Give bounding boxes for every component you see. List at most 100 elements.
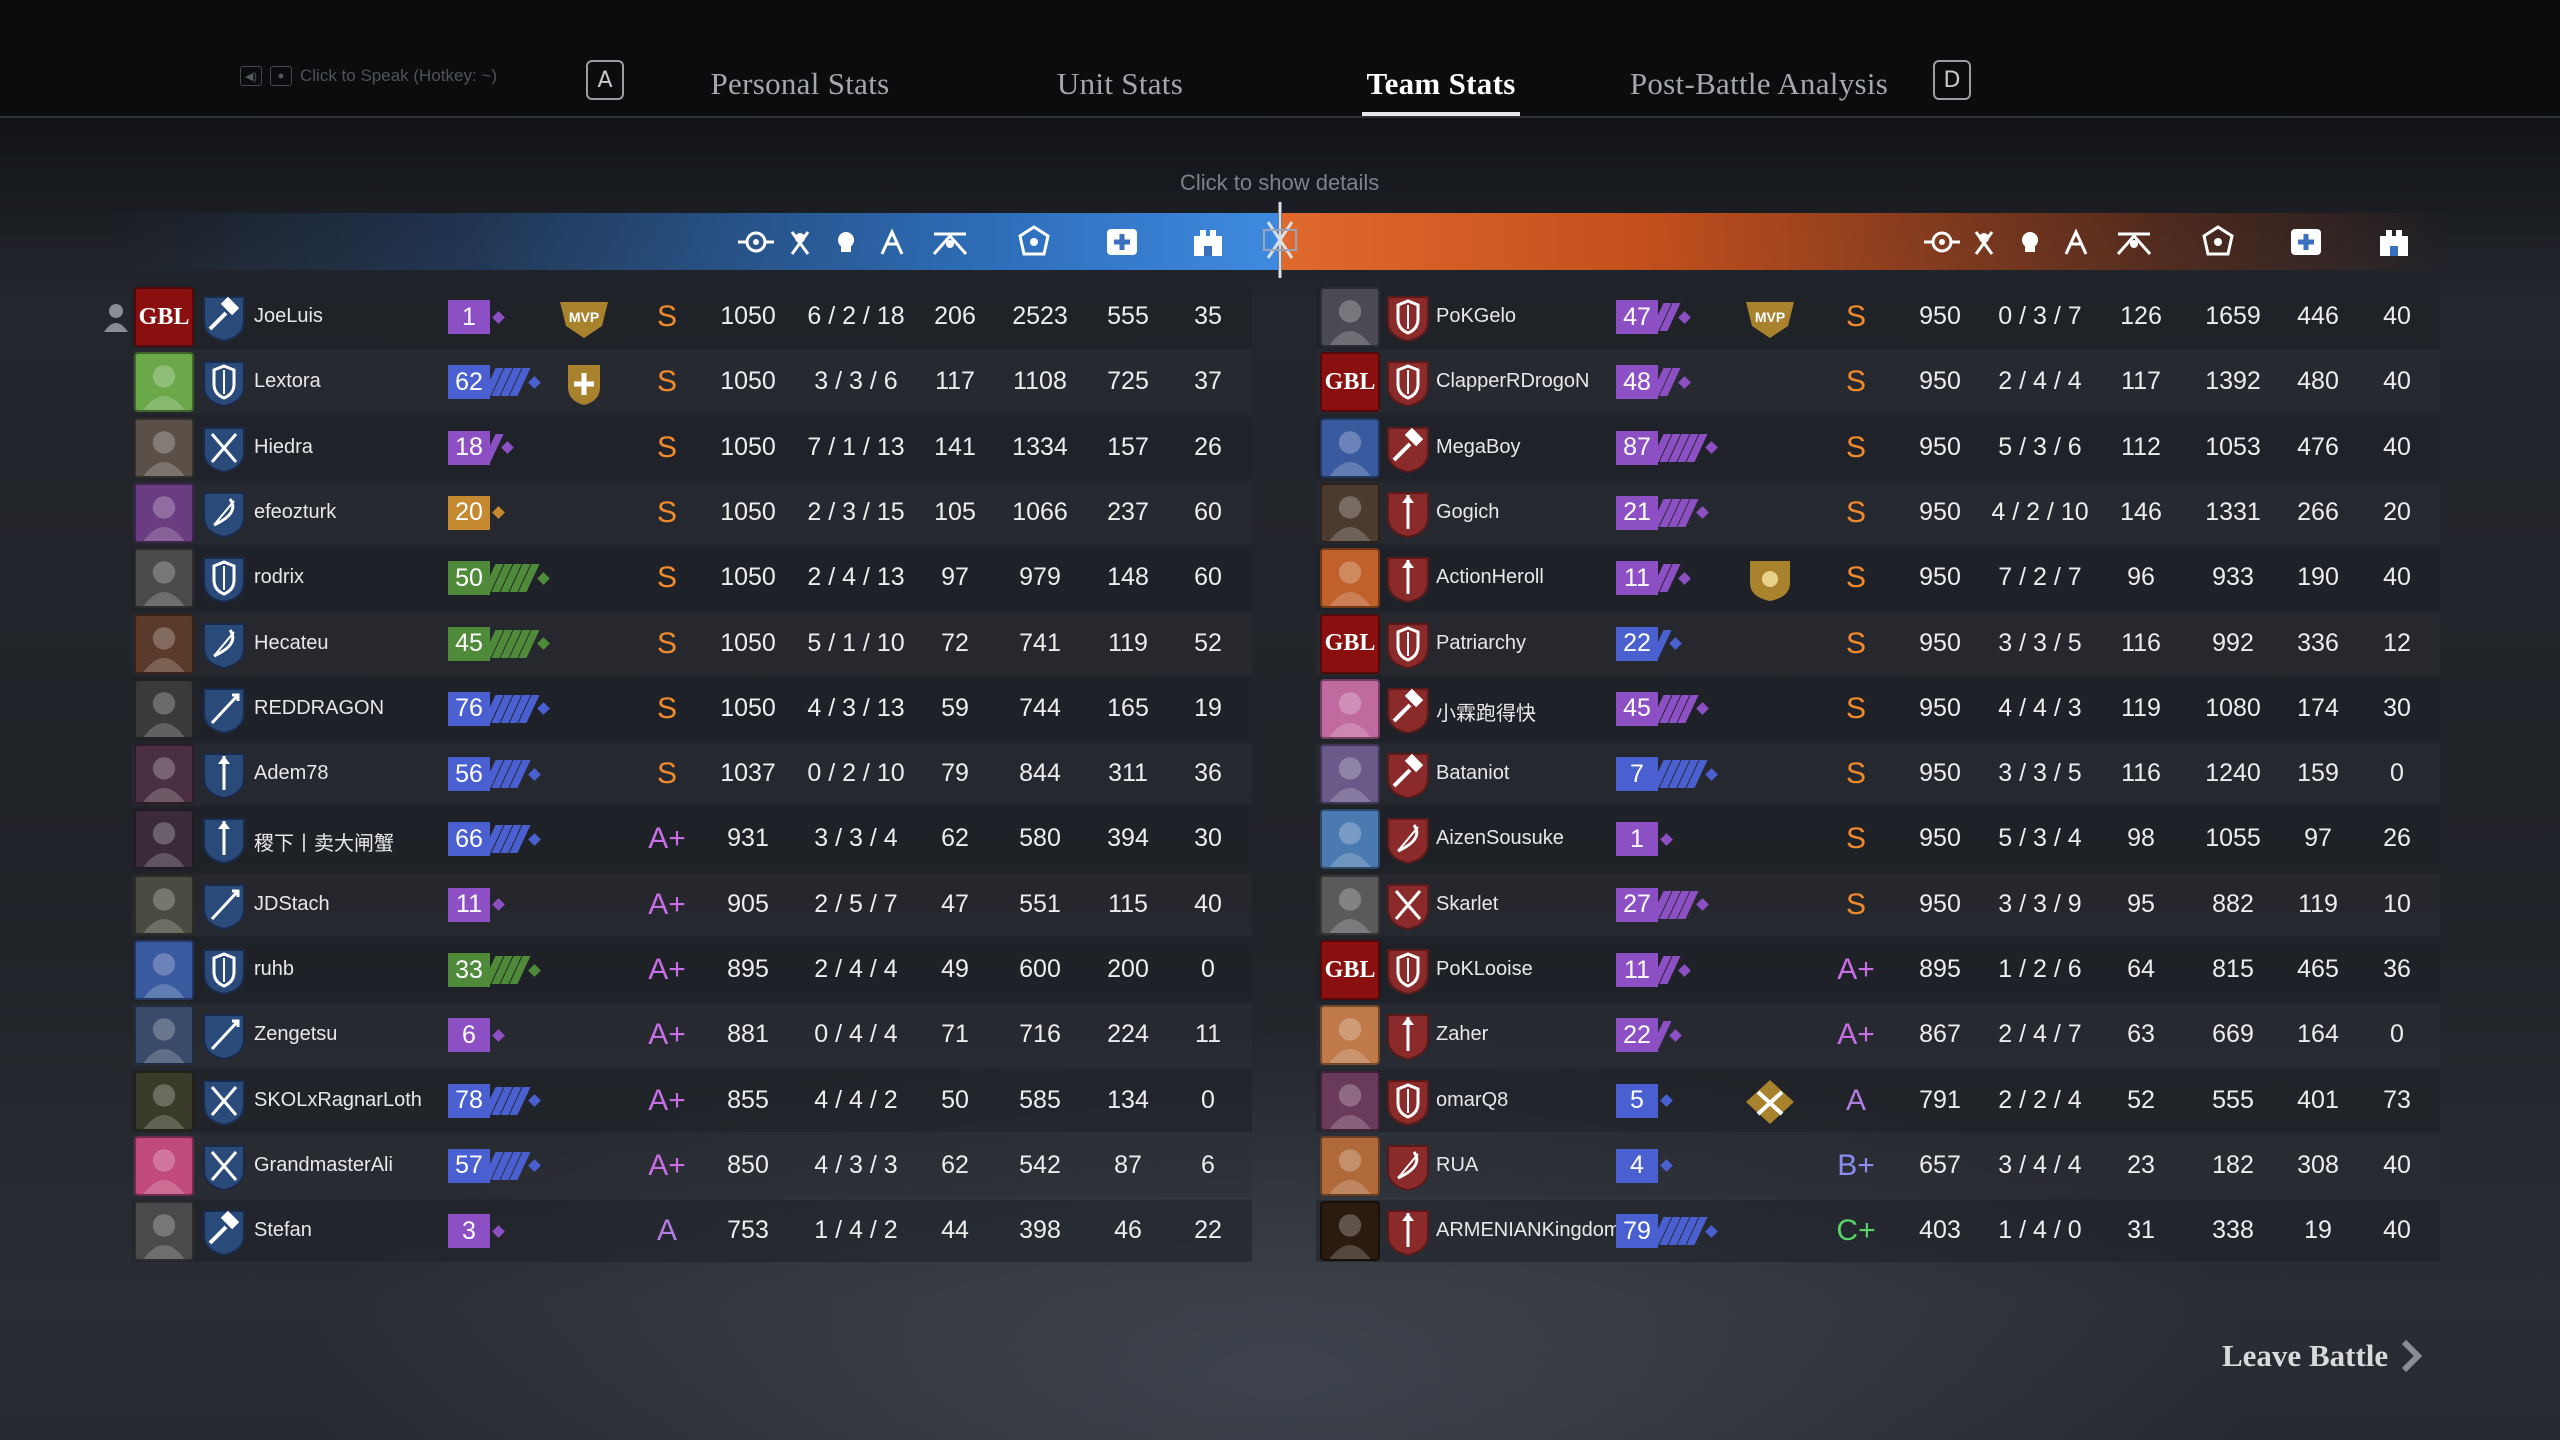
rank-chevrons-icon xyxy=(482,953,541,987)
siege-value: 60 xyxy=(1194,497,1222,526)
damage-value: 933 xyxy=(2212,563,2254,592)
svg-text:MVP: MVP xyxy=(569,309,599,325)
player-name: ARMENIANKingdom xyxy=(1436,1219,1621,1242)
voice-chat-control[interactable]: ◀) ● Click to Speak (Hotkey: ~) xyxy=(240,66,497,86)
siege-value: 0 xyxy=(2390,759,2404,788)
damage-value: 815 xyxy=(2212,955,2254,983)
level-number: 20 xyxy=(448,495,490,530)
avatar xyxy=(134,744,194,805)
siege-value: 40 xyxy=(2383,1150,2411,1179)
right-header-kills-icon xyxy=(2112,222,2156,262)
speaker-icon: ◀) xyxy=(240,66,262,86)
score-value: 905 xyxy=(727,889,769,918)
shield-class-icon xyxy=(1384,944,1432,996)
damage-value: 1055 xyxy=(2205,824,2261,853)
siege-value: 73 xyxy=(2383,1085,2411,1114)
damage-value: 1331 xyxy=(2205,497,2261,526)
healing-value: 19 xyxy=(2304,1216,2332,1245)
leave-battle-label: Leave Battle xyxy=(2222,1338,2389,1373)
kills-value: 44 xyxy=(941,1216,969,1245)
siege-value: 60 xyxy=(1194,563,1222,592)
rank-chevrons-icon xyxy=(1650,1214,1718,1248)
avatar xyxy=(134,678,194,739)
grade: S xyxy=(656,626,677,660)
kills-value: 31 xyxy=(2127,1216,2155,1245)
hammer-class-icon xyxy=(1384,748,1432,800)
key-a-hint[interactable]: A xyxy=(586,60,624,100)
tab-unit-stats[interactable]: Unit Stats xyxy=(1025,66,1215,102)
show-details-hint[interactable]: Click to show details xyxy=(1180,170,1379,196)
spear-class-icon xyxy=(1384,487,1432,539)
healing-value: 266 xyxy=(2297,497,2339,526)
score-value: 950 xyxy=(1919,563,1961,592)
leave-battle-button[interactable]: Leave Battle xyxy=(2222,1338,2424,1374)
damage-value: 741 xyxy=(1019,628,1061,657)
score-value: 950 xyxy=(1919,367,1961,396)
avatar xyxy=(134,940,194,1000)
kills-value: 49 xyxy=(941,955,969,983)
kda-value: 4 / 3 / 13 xyxy=(807,693,905,722)
level-indicator: 6 xyxy=(448,1018,505,1053)
rank-chevrons-icon xyxy=(1650,627,1682,661)
grade: B+ xyxy=(1837,1148,1875,1182)
key-d-hint[interactable]: D xyxy=(1933,60,1971,100)
bow-class-icon xyxy=(1384,1140,1432,1192)
grade: A+ xyxy=(648,1018,686,1052)
tab-post-battle-analysis[interactable]: Post-Battle Analysis xyxy=(1624,66,1894,102)
player-name: rodrix xyxy=(254,566,305,589)
level-indicator: 1 xyxy=(1616,822,1673,857)
grade: S xyxy=(1845,626,1866,660)
damage-value: 744 xyxy=(1019,693,1061,722)
level-indicator: 1 xyxy=(448,300,505,334)
right-header-healing-icon xyxy=(2284,222,2328,262)
hammer-class-icon xyxy=(200,291,248,343)
player-name: efeozturk xyxy=(254,500,337,523)
tab-personal-stats[interactable]: Personal Stats xyxy=(700,66,900,102)
shield-badge-icon xyxy=(1740,553,1800,603)
kda-value: 1 / 2 / 6 xyxy=(1998,955,2082,983)
avatar xyxy=(1320,1201,1380,1262)
shield-class-icon xyxy=(200,552,248,604)
kda-value: 7 / 1 / 13 xyxy=(807,432,905,461)
avatar xyxy=(1320,287,1380,347)
grade: A xyxy=(656,1214,677,1248)
avatar xyxy=(134,1201,194,1262)
healing-value: 237 xyxy=(1107,497,1149,526)
level-number: 3 xyxy=(448,1214,490,1249)
kda-value: 1 / 4 / 2 xyxy=(814,1216,898,1245)
kills-value: 72 xyxy=(941,628,969,657)
avatar xyxy=(134,352,194,413)
kills-value: 126 xyxy=(2120,302,2162,330)
rank-chevrons-icon xyxy=(1650,953,1691,987)
rank-chevrons-icon xyxy=(490,1018,505,1052)
healing-value: 119 xyxy=(1108,628,1148,657)
kills-value: 117 xyxy=(2121,367,2161,396)
player-name: omarQ8 xyxy=(1436,1088,1509,1111)
shield-class-icon xyxy=(1384,356,1432,408)
grade: S xyxy=(1845,430,1866,464)
tab-team-stats[interactable]: Team Stats xyxy=(1362,66,1520,116)
top-nav-bar: ◀) ● Click to Speak (Hotkey: ~) A Person… xyxy=(0,0,2560,118)
level-indicator: 5 xyxy=(1616,1083,1673,1118)
siege-value: 26 xyxy=(2383,824,2411,853)
right-header-kda-icon xyxy=(1970,222,2090,262)
avatar xyxy=(134,1135,194,1196)
siege-value: 52 xyxy=(1194,628,1222,657)
kda-value: 2 / 4 / 13 xyxy=(807,563,905,592)
grade: A+ xyxy=(648,822,686,856)
level-indicator: 18 xyxy=(448,430,514,465)
bow-class-icon xyxy=(200,487,248,539)
siege-value: 35 xyxy=(1194,302,1222,330)
avatar xyxy=(1320,809,1380,870)
siege-value: 26 xyxy=(1194,432,1222,461)
swords-class-icon xyxy=(200,422,248,474)
spear-class-icon xyxy=(1384,552,1432,604)
grade: S xyxy=(1845,887,1866,921)
kda-value: 5 / 3 / 4 xyxy=(1998,824,2082,853)
level-number: 1 xyxy=(448,300,490,334)
player-name: REDDRAGON xyxy=(254,696,385,719)
level-number: 11 xyxy=(448,887,490,922)
score-value: 1050 xyxy=(720,367,776,396)
level-indicator: 7 xyxy=(1616,757,1718,792)
avatar: GBL xyxy=(1320,352,1380,413)
